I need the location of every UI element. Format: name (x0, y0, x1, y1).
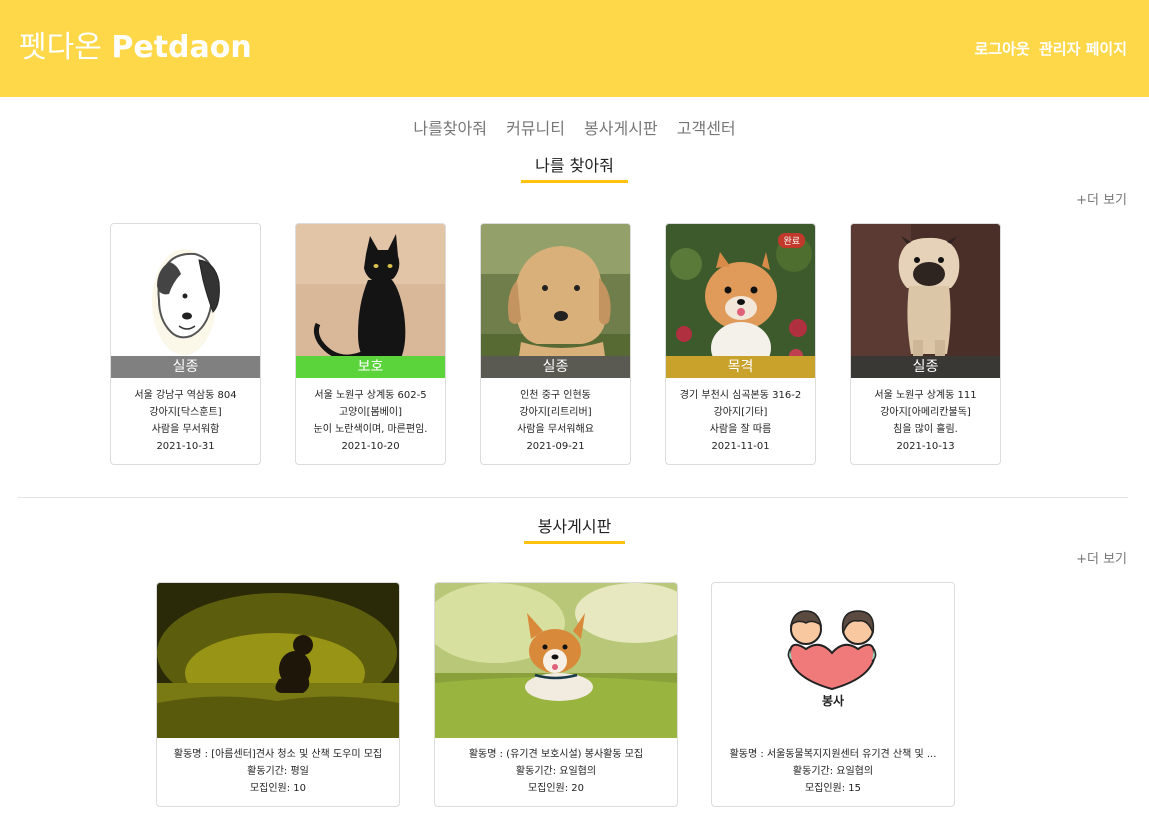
pet-status-label: 실종 (481, 356, 630, 378)
pet-info: 서울 노원구 상계동 602-5 고양이[봄베이] 눈이 노란색이며, 마른편임… (296, 387, 445, 455)
volunteer-info: 활동명 : 서울동물복지지원센터 유기견 산책 및 ... 활동기간: 요일협의… (712, 746, 954, 797)
find-me-more-link[interactable]: +더 보기 (1076, 189, 1127, 208)
pet-species: 고양이[봄베이] (338, 407, 402, 418)
activity-name: 활동명 : [아름센터]견사 청소 및 산책 도우미 모집 (173, 749, 383, 760)
pug-image: 실종 (851, 224, 1000, 378)
golden-retriever-image: 실종 (481, 224, 630, 378)
pet-description: 사람을 무서워함 (151, 424, 220, 435)
pet-date: 2021-11-01 (711, 441, 770, 452)
volunteer-info: 활동명 : [아름센터]견사 청소 및 산책 도우미 모집 활동기간: 평일 모… (157, 746, 399, 797)
pet-status-label: 목격 (666, 356, 815, 378)
pet-description: 사람을 잘 따름 (709, 424, 772, 435)
pet-card[interactable]: 완료 목격 경기 부천시 심곡본동 316-2 강아지[기타] 사람을 잘 따름… (665, 223, 816, 465)
pet-species: 강아지[기타] (713, 407, 768, 418)
pet-info: 인천 중구 인현동 강아지[리트리버] 사람을 무서워해요 2021-09-21 (481, 387, 630, 455)
find-me-title: 나를 찾아줘 (521, 152, 628, 183)
volunteer-card[interactable]: 활동명 : [아름센터]견사 청소 및 산책 도우미 모집 활동기간: 평일 모… (156, 582, 400, 807)
volunteer-logo-text: 봉사 (822, 693, 844, 708)
pet-location: 서울 노원구 상계동 602-5 (314, 390, 427, 401)
admin-page-link[interactable]: 관리자 페이지 (1039, 40, 1127, 58)
section-divider (18, 497, 1128, 498)
pet-info: 서울 노원구 상계동 111 강아지[아메리칸불독] 침을 많이 흘림. 202… (851, 387, 1000, 455)
logout-link[interactable]: 로그아웃 (975, 40, 1030, 58)
header: 펫다온 Petdaon 로그아웃 관리자 페이지 (0, 0, 1149, 97)
find-me-section-title: 나를 찾아줘 (0, 152, 1149, 183)
pet-species: 강아지[닥스훈트] (149, 407, 222, 418)
activity-people: 모집인원: 15 (804, 783, 862, 794)
nav-item-find-me[interactable]: 나를찾아줘 (413, 119, 487, 138)
pet-info: 서울 강남구 역삼동 804 강아지[닥스훈트] 사람을 무서워함 2021-1… (111, 387, 260, 455)
logo-english: Petdaon (111, 30, 252, 65)
pet-status-label: 보호 (296, 356, 445, 378)
volunteer-card[interactable]: 활동명 : (유기견 보호시설) 봉사활동 모집 활동기간: 요일협의 모집인원… (434, 582, 678, 807)
activity-period: 활동기간: 평일 (247, 766, 309, 777)
nav-item-support[interactable]: 고객센터 (677, 119, 736, 138)
dog-silhouette-field-image (157, 583, 399, 738)
completed-badge: 완료 (778, 233, 805, 248)
volunteer-section-title: 봉사게시판 (0, 513, 1149, 544)
dog-sketch-image: 실종 (111, 224, 260, 378)
pet-location: 서울 노원구 상계동 111 (874, 390, 977, 401)
activity-people: 모집인원: 10 (249, 783, 307, 794)
pet-date: 2021-10-13 (896, 441, 955, 452)
pet-status-label: 실종 (851, 356, 1000, 378)
pet-location: 경기 부천시 심곡본동 316-2 (679, 390, 802, 401)
pet-species: 강아지[리트리버] (519, 407, 592, 418)
pet-card[interactable]: 실종 서울 강남구 역삼동 804 강아지[닥스훈트] 사람을 무서워함 202… (110, 223, 261, 465)
volunteer-info: 활동명 : (유기견 보호시설) 봉사활동 모집 활동기간: 요일협의 모집인원… (435, 746, 677, 797)
black-cat-image: 보호 (296, 224, 445, 378)
pet-description: 침을 많이 흘림. (893, 424, 958, 435)
logo[interactable]: 펫다온 Petdaon (19, 22, 252, 66)
pet-date: 2021-10-20 (341, 441, 400, 452)
pet-info: 경기 부천시 심곡본동 316-2 강아지[기타] 사람을 잘 따름 2021-… (666, 387, 815, 455)
activity-people: 모집인원: 20 (527, 783, 585, 794)
pet-card[interactable]: 실종 인천 중구 인현동 강아지[리트리버] 사람을 무서워해요 2021-09… (480, 223, 631, 465)
logo-korean: 펫다온 (19, 30, 102, 65)
pet-location: 인천 중구 인현동 (520, 390, 591, 401)
pet-description: 사람을 무서워해요 (517, 424, 594, 435)
activity-period: 활동기간: 요일협의 (792, 766, 874, 777)
nav-item-volunteer[interactable]: 봉사게시판 (584, 119, 658, 138)
pet-description: 눈이 노란색이며, 마른편임. (313, 424, 428, 435)
pet-date: 2021-09-21 (526, 441, 585, 452)
pet-card[interactable]: 실종 서울 노원구 상계동 111 강아지[아메리칸불독] 침을 많이 흘림. … (850, 223, 1001, 465)
pet-species: 강아지[아메리칸불독] (880, 407, 971, 418)
main-nav: 나를찾아줘 커뮤니티 봉사게시판 고객센터 (0, 115, 1149, 139)
activity-period: 활동기간: 요일협의 (515, 766, 597, 777)
corgi-grass-image (435, 583, 677, 738)
activity-name: 활동명 : 서울동물복지지원센터 유기견 산책 및 ... (729, 749, 937, 760)
volunteer-more-link[interactable]: +더 보기 (1076, 548, 1127, 567)
pet-date: 2021-10-31 (156, 441, 215, 452)
pet-location: 서울 강남구 역삼동 804 (134, 390, 237, 401)
pet-card[interactable]: 보호 서울 노원구 상계동 602-5 고양이[봄베이] 눈이 노란색이며, 마… (295, 223, 446, 465)
volunteer-card[interactable]: 봉사 활동명 : 서울동물복지지원센터 유기견 산책 및 ... 활동기간: 요… (711, 582, 955, 807)
header-links: 로그아웃 관리자 페이지 (971, 38, 1127, 59)
pomeranian-image: 완료 목격 (666, 224, 815, 378)
volunteer-title: 봉사게시판 (523, 513, 626, 544)
pet-status-label: 실종 (111, 356, 260, 378)
nav-item-community[interactable]: 커뮤니티 (506, 119, 565, 138)
activity-name: 활동명 : (유기견 보호시설) 봉사활동 모집 (468, 749, 644, 760)
volunteer-heart-image: 봉사 (712, 583, 954, 738)
